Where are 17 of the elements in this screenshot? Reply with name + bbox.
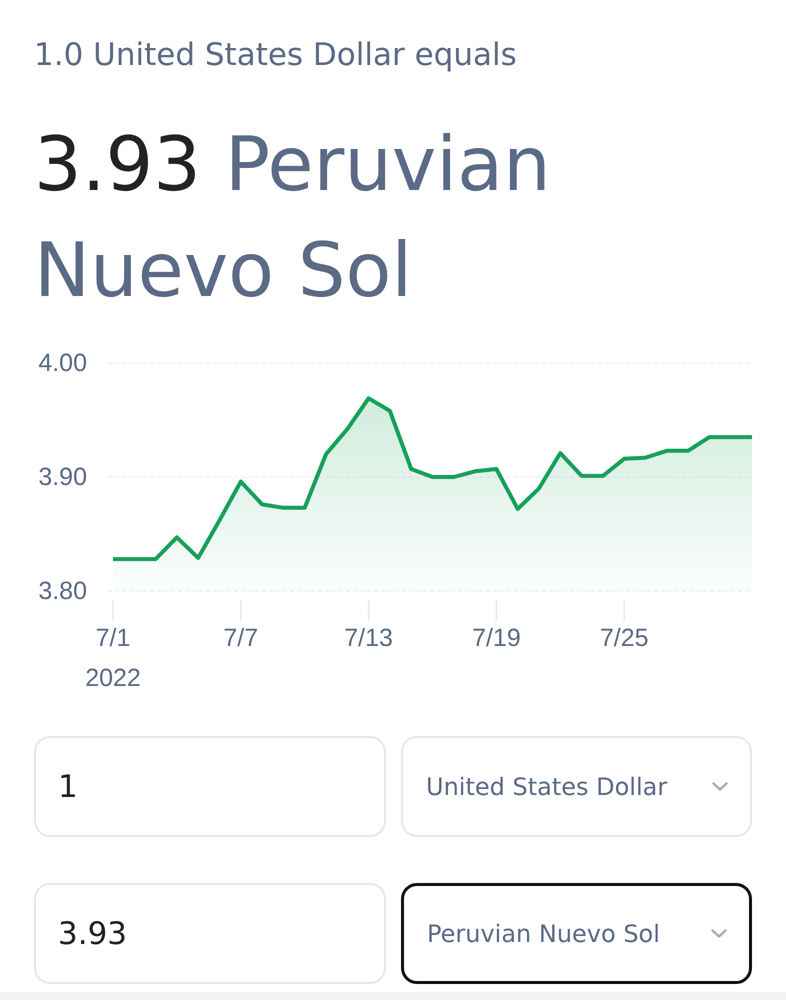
currency-select[interactable]: Peruvian Nuevo Sol (401, 883, 752, 984)
conversion-result: 3.93 Peruvian Nuevo Sol (34, 119, 552, 316)
y-axis-label: 3.90 (38, 463, 87, 491)
x-axis-label: 7/7 (223, 624, 258, 652)
x-axis-label: 7/1 (96, 624, 130, 652)
conversion-caption: 1.0 United States Dollar equals (34, 36, 518, 75)
x-axis-label: 7/13 (344, 624, 393, 652)
chevron-down-icon (711, 929, 727, 938)
x-axis-label: 7/19 (472, 624, 521, 652)
amount-input[interactable]: 1 (34, 736, 386, 837)
chevron-down-icon (712, 782, 728, 791)
currency-select[interactable]: United States Dollar (401, 736, 752, 837)
year-label: 2022 (85, 664, 141, 692)
x-axis-label: 7/25 (600, 624, 649, 652)
y-axis-label: 3.80 (38, 577, 87, 605)
amount-input[interactable]: 3.93 (34, 883, 386, 984)
y-axis-label: 4.00 (38, 349, 87, 377)
